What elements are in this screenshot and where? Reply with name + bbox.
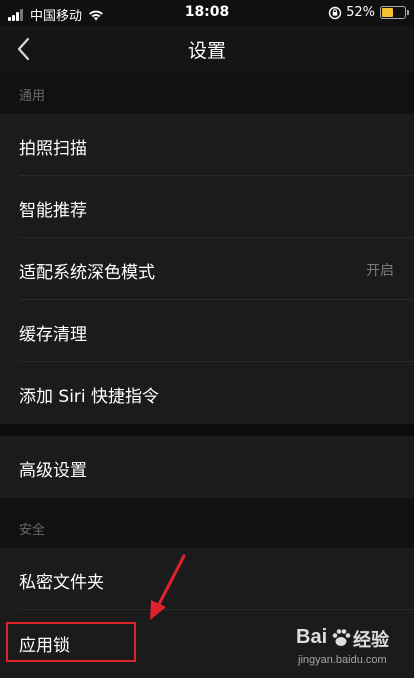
paw-icon [332,629,351,646]
dark-mode-value: 开启 [366,263,394,279]
row-dark-mode[interactable]: 适配系统深色模式 开启 [0,238,414,300]
battery-icon [380,6,409,19]
row-label: 适配系统深色模式 [19,263,155,283]
row-label: 私密文件夹 [19,573,104,593]
row-label: 智能推荐 [19,201,87,221]
watermark-logo: Bai 经验 [296,620,412,656]
red-arrow-annotation [150,554,186,620]
status-bar: 中国移动 18:08 52% [0,0,414,26]
row-siri-shortcut[interactable]: 添加 Siri 快捷指令 [0,362,414,424]
page-title: 设置 [187,40,226,62]
rotation-lock-icon [328,6,342,19]
row-smart-recommend[interactable]: 智能推荐 [0,176,414,238]
settings-screen: 中国移动 18:08 52% 设置 通用 拍照扫描 智能推荐 适配系统深色模式 … [0,0,414,678]
row-private-folder[interactable]: 私密文件夹 [0,548,414,610]
battery-percent: 52% [346,5,375,20]
row-advanced-settings[interactable]: 高级设置 [0,436,414,498]
row-label: 高级设置 [19,461,87,481]
row-label: 添加 Siri 快捷指令 [19,387,160,407]
section-header-security: 安全 [0,498,414,548]
section-header-label: 通用 [19,89,46,104]
watermark-url: jingyan.baidu.com [298,654,387,666]
section-header-label: 安全 [19,523,46,538]
battery-fill [382,8,394,17]
highlight-box [6,622,136,662]
status-right: 52% [328,5,409,20]
row-cache-clear[interactable]: 缓存清理 [0,300,414,362]
baidu-watermark: Bai 经验 jingyan.baidu.com [296,620,412,676]
battery-tip [407,10,409,15]
navigation-bar: 设置 [0,26,414,72]
row-label: 缓存清理 [19,325,87,345]
watermark-text-bai: Bai [296,626,328,648]
row-label: 拍照扫描 [19,139,87,159]
row-photo-scan[interactable]: 拍照扫描 [0,114,414,176]
section-header-general: 通用 [0,72,414,114]
watermark-text-jingyan: 经验 [353,630,389,650]
group-gap [0,424,414,436]
